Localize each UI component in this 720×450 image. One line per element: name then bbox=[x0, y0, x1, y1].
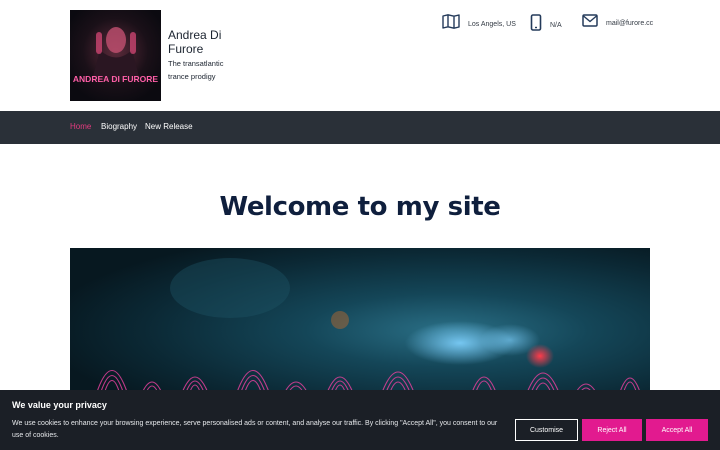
page-title: Welcome to my site bbox=[219, 192, 501, 222]
phone-icon bbox=[530, 14, 542, 36]
contact-email[interactable]: mail@furore.cc bbox=[582, 14, 653, 32]
location-label: Los Angels, US bbox=[468, 20, 516, 28]
phone-label: N/A bbox=[550, 21, 562, 29]
mail-icon bbox=[582, 14, 598, 32]
accept-all-button[interactable]: Accept All bbox=[646, 419, 708, 441]
site-header: ANDREA DI FURORE Andrea Di Furore The tr… bbox=[0, 0, 720, 111]
customise-button[interactable]: Customise bbox=[515, 419, 578, 441]
reject-all-button[interactable]: Reject All bbox=[582, 419, 642, 441]
nav-item-home[interactable]: Home bbox=[70, 122, 91, 131]
nav-item-new-release[interactable]: New Release bbox=[145, 122, 193, 131]
email-label[interactable]: mail@furore.cc bbox=[606, 20, 653, 27]
main-nav: Home Biography New Release bbox=[0, 111, 720, 144]
cookie-text: We use cookies to enhance your browsing … bbox=[12, 420, 498, 439]
logo-artwork: ANDREA DI FURORE bbox=[70, 10, 161, 101]
hero-image bbox=[70, 248, 650, 398]
site-tagline: The transatlantic trance prodigy bbox=[168, 59, 224, 81]
site-logo[interactable]: ANDREA DI FURORE bbox=[70, 10, 161, 101]
site-name[interactable]: Andrea Di Furore bbox=[168, 28, 238, 56]
svg-text:ANDREA DI FURORE: ANDREA DI FURORE bbox=[73, 74, 158, 84]
cookie-title: We value your privacy bbox=[12, 400, 107, 410]
contact-phone: N/A bbox=[530, 14, 562, 36]
map-icon bbox=[442, 14, 460, 34]
nav-item-biography[interactable]: Biography bbox=[101, 122, 137, 131]
contact-location: Los Angels, US bbox=[442, 14, 516, 34]
